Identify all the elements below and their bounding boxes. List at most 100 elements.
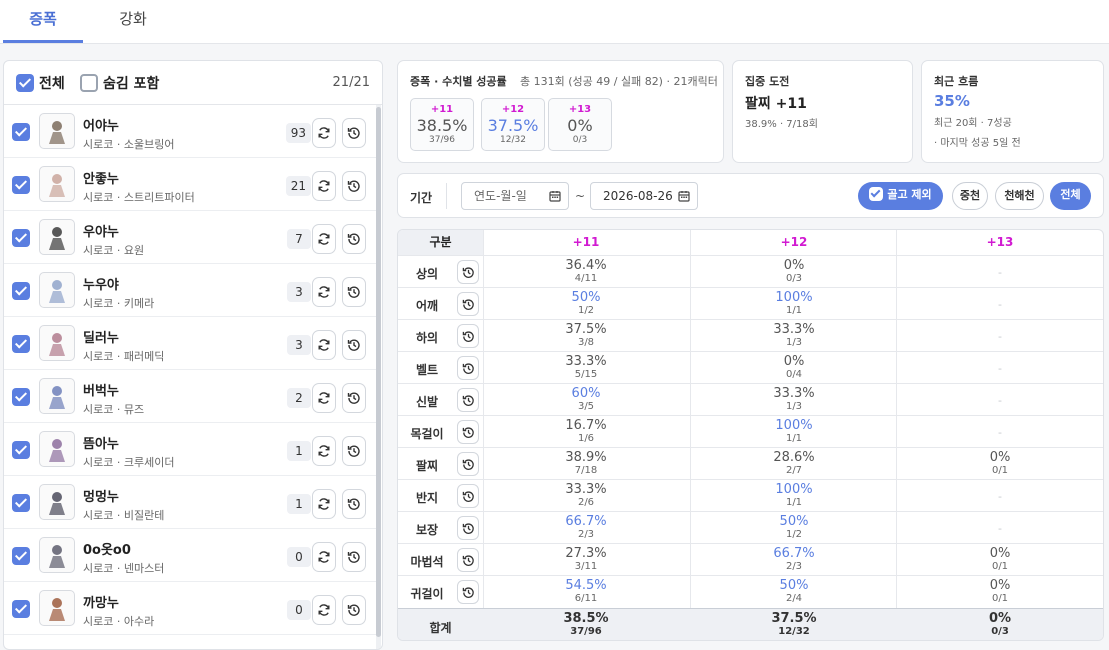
table-cell: 0% 0/1 bbox=[897, 546, 1103, 573]
character-row[interactable]: 까망누 시로코 · 아수라 0 bbox=[4, 582, 376, 635]
avatar bbox=[39, 113, 75, 149]
include-hidden-checkbox[interactable] bbox=[80, 74, 98, 92]
refresh-button[interactable] bbox=[312, 118, 336, 148]
history-button[interactable] bbox=[342, 118, 366, 148]
end-date-input[interactable]: 2026-08-26 bbox=[590, 182, 698, 210]
focus-challenge-stats: 38.9% · 7/18회 bbox=[745, 119, 818, 130]
refresh-button[interactable] bbox=[312, 383, 336, 413]
row-history-button[interactable] bbox=[457, 452, 479, 476]
history-button[interactable] bbox=[342, 489, 366, 519]
history-button[interactable] bbox=[342, 595, 366, 625]
character-class: 시로코 · 비질란테 bbox=[83, 509, 165, 522]
exclude-toggle[interactable]: 골고 제외 bbox=[858, 182, 943, 210]
total-label: 합계 bbox=[429, 621, 452, 635]
row-history-button[interactable] bbox=[457, 580, 479, 604]
history-button[interactable] bbox=[342, 277, 366, 307]
preset-button-1[interactable]: 중천 bbox=[952, 182, 988, 210]
refresh-button[interactable] bbox=[312, 330, 336, 360]
focus-challenge-card: 집중 도전 팔찌 +11 38.9% · 7/18회 bbox=[732, 60, 913, 163]
row-history-button[interactable] bbox=[457, 292, 479, 316]
refresh-button[interactable] bbox=[312, 489, 336, 519]
character-checkbox[interactable] bbox=[12, 441, 30, 459]
row-history-button[interactable] bbox=[457, 356, 479, 380]
character-row[interactable]: 누우야 시로코 · 키메라 3 bbox=[4, 264, 376, 317]
level-box-level: +13 bbox=[568, 104, 592, 115]
cell-fraction: 0/3 bbox=[991, 626, 1009, 637]
history-button[interactable] bbox=[342, 171, 366, 201]
history-icon bbox=[347, 604, 360, 616]
row-history-button[interactable] bbox=[457, 260, 479, 284]
preset-button-2[interactable]: 천해천 bbox=[995, 182, 1044, 210]
row-history-button[interactable] bbox=[457, 324, 479, 348]
character-checkbox[interactable] bbox=[12, 494, 30, 512]
cell-fraction: 1/2 bbox=[785, 529, 803, 540]
empty-cell-dash: - bbox=[998, 394, 1002, 407]
start-date-input[interactable]: 연도-월-일 bbox=[461, 182, 569, 210]
history-button[interactable] bbox=[342, 383, 366, 413]
cell-percent: 60% bbox=[571, 386, 601, 401]
character-row[interactable]: 버벅누 시로코 · 뮤즈 2 bbox=[4, 370, 376, 423]
row-history-button[interactable] bbox=[457, 516, 479, 540]
calendar-icon[interactable] bbox=[678, 190, 690, 202]
character-checkbox[interactable] bbox=[12, 176, 30, 194]
row-label: 상의 bbox=[415, 267, 439, 281]
include-hidden-toggle[interactable]: 숨김 포함 bbox=[80, 73, 159, 93]
refresh-button[interactable] bbox=[312, 171, 336, 201]
character-row[interactable]: 멍멍누 시로코 · 비질란테 1 bbox=[4, 476, 376, 529]
row-history-button[interactable] bbox=[457, 484, 479, 508]
preset-button-all[interactable]: 전체 bbox=[1050, 182, 1091, 210]
table-cell: 28.6% 2/7 bbox=[691, 450, 897, 477]
cell-percent: 36.4% bbox=[565, 258, 607, 273]
row-label: 귀걸이 bbox=[410, 587, 444, 601]
refresh-button[interactable] bbox=[312, 436, 336, 466]
total-cell-13: 0% 0/3 bbox=[897, 611, 1103, 638]
calendar-icon[interactable] bbox=[549, 190, 561, 202]
character-row[interactable]: 뜸아누 시로코 · 크루세이더 1 bbox=[4, 423, 376, 476]
avatar bbox=[39, 166, 75, 202]
refresh-button[interactable] bbox=[312, 224, 336, 254]
refresh-icon bbox=[318, 127, 330, 139]
row-history-button[interactable] bbox=[457, 420, 479, 444]
level-box-level: +11 bbox=[430, 104, 454, 115]
level-box-11: +11 38.5% 37/96 bbox=[410, 98, 474, 151]
select-all-toggle[interactable]: 전체 bbox=[16, 73, 65, 93]
character-row[interactable]: 안좋누 시로코 · 스트리트파이터 21 bbox=[4, 158, 376, 211]
character-name: 뜸아누 bbox=[83, 437, 119, 452]
table-cell: 33.3% 1/3 bbox=[691, 386, 897, 413]
character-name: 어야누 bbox=[83, 119, 119, 134]
character-row[interactable]: 우야누 시로코 · 요원 7 bbox=[4, 211, 376, 264]
character-checkbox[interactable] bbox=[12, 388, 30, 406]
refresh-icon bbox=[318, 233, 330, 245]
character-class: 시로코 · 소울브링어 bbox=[83, 138, 175, 151]
character-row[interactable]: 딜러누 시로코 · 패러메딕 3 bbox=[4, 317, 376, 370]
history-button[interactable] bbox=[342, 542, 366, 572]
attempt-count-badge: 2 bbox=[287, 388, 311, 408]
character-checkbox[interactable] bbox=[12, 335, 30, 353]
character-panel: 전체 숨김 포함 21/21 어야누 시로코 · 소울브링어 93 안좋누 시로… bbox=[3, 60, 383, 650]
refresh-button[interactable] bbox=[312, 277, 336, 307]
history-button[interactable] bbox=[342, 330, 366, 360]
history-icon bbox=[462, 331, 474, 342]
history-button[interactable] bbox=[342, 224, 366, 254]
character-row[interactable]: 0o옷o0 시로코 · 넨마스터 0 bbox=[4, 529, 376, 582]
character-row[interactable]: 어야누 시로코 · 소울브링어 93 bbox=[4, 105, 376, 158]
row-history-button[interactable] bbox=[457, 548, 479, 572]
refresh-button[interactable] bbox=[312, 595, 336, 625]
empty-cell-dash: - bbox=[998, 490, 1002, 503]
history-button[interactable] bbox=[342, 436, 366, 466]
character-checkbox[interactable] bbox=[12, 123, 30, 141]
scrollbar-thumb[interactable] bbox=[376, 107, 381, 637]
table-cell: - bbox=[897, 322, 1103, 352]
tab-amplify[interactable]: 증폭 bbox=[3, 0, 83, 43]
character-checkbox[interactable] bbox=[12, 282, 30, 300]
table-row: 귀걸이 54.5% 6/11 50% 2/4 0% 0/1 bbox=[398, 575, 1103, 607]
character-checkbox[interactable] bbox=[12, 600, 30, 618]
row-history-button[interactable] bbox=[457, 388, 479, 412]
refresh-button[interactable] bbox=[312, 542, 336, 572]
select-all-checkbox[interactable] bbox=[16, 74, 34, 92]
character-checkbox[interactable] bbox=[12, 229, 30, 247]
character-checkbox[interactable] bbox=[12, 547, 30, 565]
exclude-checkbox[interactable] bbox=[869, 187, 884, 201]
tab-reinforce[interactable]: 강화 bbox=[93, 0, 173, 43]
history-icon bbox=[347, 127, 360, 139]
